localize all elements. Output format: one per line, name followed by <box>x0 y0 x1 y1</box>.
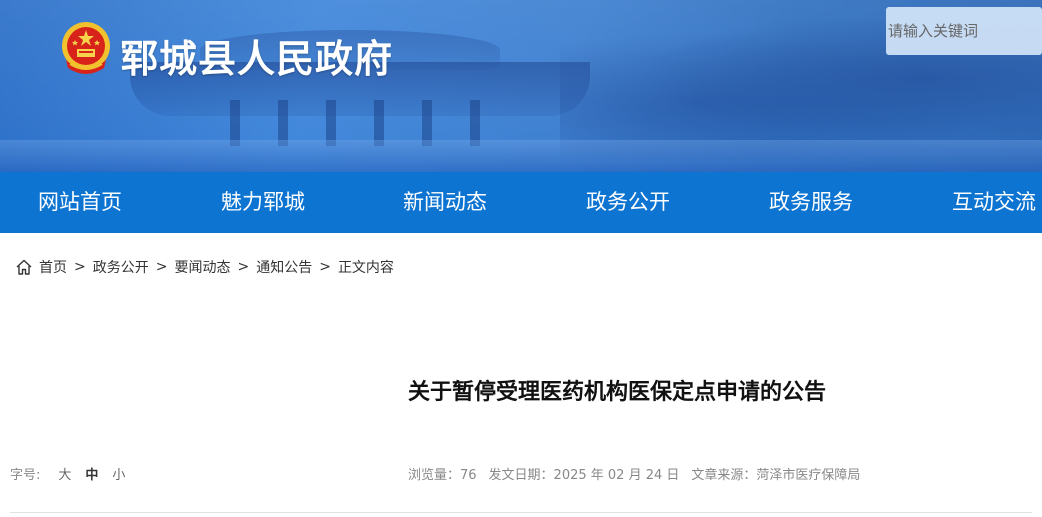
site-title: 郓城县人民政府 <box>120 37 394 81</box>
nav-item-charm[interactable]: 魅力郓城 <box>221 172 305 233</box>
nav-item-home[interactable]: 网站首页 <box>38 172 122 233</box>
nav-item-gov-services[interactable]: 政务服务 <box>769 172 853 233</box>
breadcrumb-notices[interactable]: 通知公告 <box>256 257 312 277</box>
national-emblem-icon <box>62 22 110 74</box>
divider <box>10 512 1032 513</box>
publish-date: 发文日期：2025 年 02 月 24 日 <box>488 468 680 483</box>
article-meta: 浏览量：76 发文日期：2025 年 02 月 24 日 文章来源：菏泽市医疗保… <box>408 464 872 483</box>
font-size-selector: 字号: 大 中 小 <box>10 464 125 483</box>
font-size-large-button[interactable]: 大 <box>58 464 71 483</box>
article-title: 关于暂停受理医药机构医保定点申请的公告 <box>408 380 827 405</box>
nav-item-gov-affairs[interactable]: 政务公开 <box>586 172 670 233</box>
article-source: 文章来源：菏泽市医疗保障局 <box>691 468 861 483</box>
breadcrumb-home[interactable]: 首页 <box>39 257 67 277</box>
view-count: 浏览量：76 <box>408 468 477 483</box>
nav-item-interaction[interactable]: 互动交流 <box>952 172 1036 233</box>
breadcrumb-news[interactable]: 要闻动态 <box>174 257 230 277</box>
breadcrumb-separator: > <box>74 259 86 275</box>
search-input[interactable] <box>886 7 1042 55</box>
home-icon <box>16 259 32 275</box>
header-banner: 郓城县人民政府 <box>0 0 1042 172</box>
breadcrumb-gov-affairs[interactable]: 政务公开 <box>93 257 149 277</box>
breadcrumb-separator: > <box>319 259 331 275</box>
breadcrumb: 首页 > 政务公开 > 要闻动态 > 通知公告 > 正文内容 <box>15 256 394 278</box>
font-size-small-button[interactable]: 小 <box>112 464 125 483</box>
breadcrumb-separator: > <box>155 259 168 275</box>
breadcrumb-separator: > <box>237 259 250 275</box>
font-size-medium-button[interactable]: 中 <box>85 464 98 483</box>
nav-item-news[interactable]: 新闻动态 <box>403 172 487 233</box>
breadcrumb-current: 正文内容 <box>337 260 394 276</box>
main-nav: 网站首页 魅力郓城 新闻动态 政务公开 政务服务 互动交流 <box>0 172 1042 233</box>
font-size-label: 字号: <box>10 468 41 483</box>
